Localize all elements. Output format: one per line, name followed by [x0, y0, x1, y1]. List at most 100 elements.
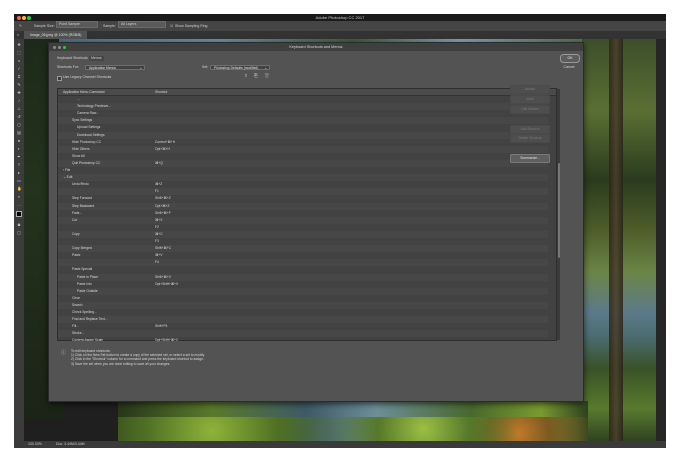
shortcut-value[interactable]: Shift+F5	[155, 323, 167, 330]
move-tool-icon[interactable]: ✥	[17, 43, 21, 47]
shortcut-value[interactable]: Shift+⌘+C	[155, 245, 171, 252]
table-row[interactable]: Copy Merged Shift+⌘+C	[58, 245, 548, 253]
table-row[interactable]: ⌄ Edit	[58, 174, 548, 182]
table-row[interactable]: Camera Raw...	[58, 110, 548, 117]
gradient-tool-icon[interactable]: ▤	[17, 131, 21, 135]
shortcut-value[interactable]: F1	[155, 188, 159, 195]
table-row[interactable]: Hide Others Opt+⌘+H	[58, 145, 548, 153]
sample-size-select[interactable]: Point Sample	[56, 21, 98, 28]
lasso-tool-icon[interactable]: ↄ	[17, 59, 21, 63]
ok-button[interactable]: OK	[560, 54, 580, 63]
table-row[interactable]: F3	[58, 238, 548, 245]
shortcut-value[interactable]: Control+⌘+H	[155, 139, 175, 146]
new-set-icon[interactable]: ⎘	[254, 73, 258, 78]
table-row[interactable]: Fade... Shift+⌘+F	[58, 210, 548, 217]
shape-tool-icon[interactable]: ▭	[17, 179, 21, 183]
foreground-color-swatch[interactable]	[16, 211, 22, 217]
table-row[interactable]: Hide Photoshop CC Control+⌘+H	[58, 139, 548, 146]
table-row[interactable]: F1	[58, 188, 548, 196]
zoom-level[interactable]: 100.33%	[28, 441, 42, 448]
table-row[interactable]: Show All	[58, 153, 548, 160]
table-row[interactable]: Paste Special	[58, 266, 548, 273]
summarize-button[interactable]: Summarize...	[510, 154, 550, 163]
pen-tool-icon[interactable]: ✒	[17, 155, 21, 159]
table-row[interactable]: › File	[58, 167, 548, 174]
table-row[interactable]: Quit Photoshop CC ⌘+Q	[58, 159, 548, 167]
delete-set-icon[interactable]: 🗑	[264, 73, 270, 78]
shortcut-value[interactable]: F2	[155, 224, 159, 231]
type-tool-icon[interactable]: T	[17, 163, 21, 167]
legacy-channel-checkbox[interactable]	[57, 76, 62, 81]
table-row[interactable]: Check Spelling...	[58, 309, 548, 316]
table-row[interactable]: Search	[58, 301, 548, 309]
table-row[interactable]: Paste Into Opt+Shift+⌘+V	[58, 281, 548, 288]
table-row[interactable]: Paste Outside	[58, 287, 548, 295]
add-shortcut-button[interactable]: Add Shortcut	[510, 125, 550, 134]
close-doc-icon[interactable]: ×	[17, 31, 19, 39]
shortcut-value[interactable]: ⌘+Q	[155, 160, 163, 167]
table-row[interactable]: Fill... Shift+F5	[58, 323, 548, 330]
document-tab[interactable]: Image_06.jpeg @ 100% (RGB/8)	[24, 31, 88, 39]
edit-toolbar-icon[interactable]: …	[17, 203, 21, 207]
shortcut-value[interactable]: Opt+Shift+⌘+C	[155, 337, 178, 344]
marquee-tool-icon[interactable]: ⬚	[17, 51, 21, 55]
hand-tool-icon[interactable]: ✋	[17, 187, 22, 191]
dialog-close-dot[interactable]	[53, 45, 56, 49]
table-row[interactable]: Step Backward Opt+⌘+Z	[58, 202, 548, 210]
eraser-tool-icon[interactable]: ◻	[17, 123, 21, 127]
eyedropper-tool-icon[interactable]: ✎	[17, 83, 21, 87]
dodge-tool-icon[interactable]: ◐	[17, 147, 21, 151]
set-select[interactable]: Photoshop Defaults (modified) ⌄	[210, 65, 270, 70]
scrollbar-thumb[interactable]	[557, 163, 560, 258]
table-row[interactable]: Copy ⌘+C	[58, 230, 548, 238]
table-row[interactable]: ...	[58, 96, 548, 103]
path-select-icon[interactable]: ▸	[17, 171, 21, 175]
table-row[interactable]: Paste ⌘+V	[58, 252, 548, 259]
shortcut-value[interactable]: Opt+⌘+Z	[155, 203, 169, 210]
table-row[interactable]: Cut ⌘+X	[58, 216, 548, 224]
sample-select[interactable]: All Layers	[118, 21, 166, 28]
healing-tool-icon[interactable]: ✚	[17, 91, 21, 95]
table-row[interactable]: F4	[58, 259, 548, 267]
tab-keyboard-shortcuts[interactable]: Keyboard Shortcuts	[57, 56, 88, 61]
shortcut-value[interactable]: Shift+⌘+Z	[155, 195, 171, 202]
table-row[interactable]: Step Forward Shift+⌘+Z	[58, 195, 548, 202]
dialog-minimize-dot[interactable]	[58, 45, 61, 49]
table-row[interactable]: Clear	[58, 295, 548, 302]
quick-select-tool-icon[interactable]: ✓	[17, 67, 21, 71]
zoom-tool-icon[interactable]: ⌕	[17, 195, 21, 199]
crop-tool-icon[interactable]: ⌗	[17, 75, 21, 79]
accept-button[interactable]: Accept	[510, 85, 550, 94]
shortcuts-for-select[interactable]: Application Menus ⌄	[85, 65, 145, 70]
delete-shortcut-button[interactable]: Delete Shortcut	[510, 134, 550, 143]
eyedropper-icon[interactable]: ✎	[19, 21, 22, 31]
history-brush-icon[interactable]: ↺	[17, 115, 21, 119]
table-row[interactable]: Undo/Redo ⌘+Z	[58, 181, 548, 188]
table-row[interactable]: Upload Settings	[58, 124, 548, 131]
shortcut-value[interactable]: Opt+Shift+⌘+V	[155, 281, 178, 288]
shortcut-value[interactable]: Shift+⌘+F	[155, 210, 171, 217]
blur-tool-icon[interactable]: ●	[17, 139, 21, 143]
cancel-button[interactable]: Cancel	[560, 64, 578, 71]
use-default-button[interactable]: Use Default	[510, 105, 550, 114]
table-row[interactable]: Download Settings	[58, 131, 548, 139]
shortcut-list[interactable]: Application Menu Command Shortcut ... Tec…	[57, 88, 560, 344]
undo-button[interactable]: Undo	[510, 95, 550, 104]
show-ring-checkbox[interactable]: ☑	[170, 21, 173, 31]
table-row[interactable]: Stroke...	[58, 330, 548, 338]
shortcut-value[interactable]: F4	[155, 259, 159, 266]
table-row[interactable]: Paste in Place Shift+⌘+V	[58, 273, 548, 281]
table-row[interactable]: Sync Settings	[58, 117, 548, 125]
table-row[interactable]: Technology Previews...	[58, 103, 548, 111]
shortcut-value[interactable]: Shift+⌘+V	[155, 274, 171, 281]
shortcut-value[interactable]: F3	[155, 238, 159, 245]
table-row[interactable]: F2	[58, 224, 548, 231]
list-scrollbar[interactable]	[557, 89, 560, 340]
stamp-tool-icon[interactable]: ⊥	[17, 107, 21, 111]
dialog-zoom-dot[interactable]	[63, 45, 66, 49]
shortcut-value[interactable]: ⌘+X	[155, 217, 162, 224]
quick-mask-icon[interactable]: ◙	[17, 223, 21, 227]
table-row[interactable]: Content-Aware Scale Opt+Shift+⌘+C	[58, 337, 548, 344]
brush-tool-icon[interactable]: /	[17, 99, 21, 103]
shortcut-value[interactable]: ⌘+V	[155, 252, 162, 259]
